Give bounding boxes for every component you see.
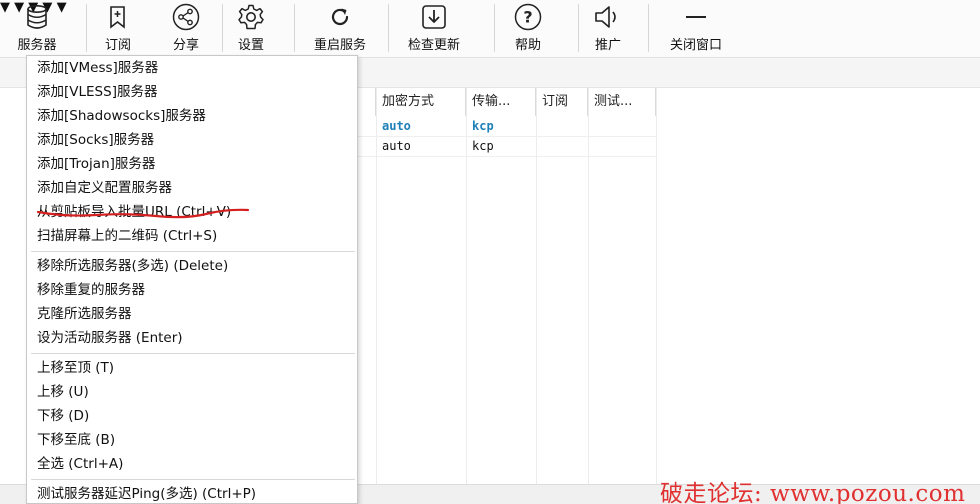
close-window-label: 关闭窗口: [669, 38, 722, 53]
menu-item-remove-selected[interactable]: 移除所选服务器(多选) (Delete): [37, 255, 228, 277]
encryption-cell: auto: [382, 119, 411, 133]
servers-button[interactable]: 服务器: [6, 0, 68, 56]
toolbar-separator: [388, 4, 389, 52]
minus-icon: [684, 0, 708, 34]
column-header-transport[interactable]: 传输...: [466, 88, 536, 116]
subscribe-button[interactable]: 订阅: [96, 0, 140, 56]
share-label: 分享: [172, 38, 199, 53]
help-icon: ?: [514, 0, 542, 34]
subscribe-label: 订阅: [104, 38, 131, 53]
red-underline-annotation: [36, 208, 250, 219]
close-window-button[interactable]: 关闭窗口: [664, 0, 728, 56]
menu-item-move-top[interactable]: 上移至顶 (T): [37, 357, 114, 379]
servers-label: 服务器: [17, 38, 57, 53]
column-divider: [656, 88, 657, 484]
menu-item-add-vless[interactable]: 添加[VLESS]服务器: [37, 81, 157, 103]
bookmark-add-icon: [107, 0, 129, 34]
toolbar-separator: [578, 4, 579, 52]
database-icon: [24, 0, 50, 34]
menu-item-remove-duplicates[interactable]: 移除重复的服务器: [37, 279, 145, 301]
menu-item-select-all[interactable]: 全选 (Ctrl+A): [37, 453, 123, 475]
promote-button[interactable]: 推广: [586, 0, 630, 56]
check-update-button[interactable]: 检查更新: [400, 0, 468, 56]
help-label: 帮助: [514, 38, 541, 53]
menu-separator: [31, 251, 355, 252]
column-header-encryption[interactable]: 加密方式: [376, 88, 466, 116]
menu-item-clone-selected[interactable]: 克隆所选服务器: [37, 303, 132, 325]
transport-cell: kcp: [472, 119, 494, 133]
menu-item-scan-qrcode[interactable]: 扫描屏幕上的二维码 (Ctrl+S): [37, 225, 217, 247]
site-watermark: 破走论坛: www.pozou.com: [660, 481, 966, 504]
menu-item-test-ping[interactable]: 测试服务器延迟Ping(多选) (Ctrl+P): [37, 483, 256, 504]
settings-button[interactable]: 设置: [230, 0, 272, 56]
toolbar-separator: [294, 4, 295, 52]
speaker-icon: [593, 0, 623, 34]
menu-item-add-vmess[interactable]: 添加[VMess]服务器: [37, 57, 158, 79]
menu-item-move-bottom[interactable]: 下移至底 (B): [37, 429, 115, 451]
servers-dropdown-menu: 添加[VMess]服务器 添加[VLESS]服务器 添加[Shadowsocks…: [26, 55, 358, 504]
download-icon: [421, 0, 447, 34]
toolbar: 服务器 ▼ 订阅 ▼ 分享 设置 ▼ 重启服务 检查更新 ▼ ? 帮助 ▼ 推广…: [0, 0, 980, 58]
menu-item-move-down[interactable]: 下移 (D): [37, 405, 89, 427]
share-button[interactable]: 分享: [164, 0, 208, 56]
column-header-subscription[interactable]: 订阅: [536, 88, 588, 116]
toolbar-separator: [222, 4, 223, 52]
help-button[interactable]: ? 帮助: [506, 0, 550, 56]
refresh-icon: [328, 0, 352, 34]
toolbar-separator: [494, 4, 495, 52]
menu-separator: [31, 353, 355, 354]
menu-item-add-trojan[interactable]: 添加[Trojan]服务器: [37, 153, 155, 175]
share-icon: [172, 0, 200, 34]
check-update-label: 检查更新: [407, 38, 460, 53]
encryption-cell: auto: [382, 139, 411, 153]
svg-text:?: ?: [523, 8, 532, 27]
promote-label: 推广: [594, 38, 621, 53]
gear-icon: [237, 0, 265, 34]
row-divider: [356, 156, 656, 157]
column-divider: [536, 88, 537, 484]
menu-item-add-shadowsocks[interactable]: 添加[Shadowsocks]服务器: [37, 105, 206, 127]
column-divider: [588, 88, 589, 484]
menu-item-move-up[interactable]: 上移 (U): [37, 381, 89, 403]
transport-cell: kcp: [472, 139, 494, 153]
column-header-test[interactable]: 测试...: [588, 88, 656, 116]
menu-item-add-socks[interactable]: 添加[Socks]服务器: [37, 129, 154, 151]
restart-service-button[interactable]: 重启服务: [306, 0, 374, 56]
menu-item-add-custom[interactable]: 添加自定义配置服务器: [37, 177, 172, 199]
toolbar-separator: [86, 4, 87, 52]
toolbar-separator: [648, 4, 649, 52]
menu-separator: [31, 479, 355, 480]
settings-label: 设置: [237, 38, 264, 53]
restart-service-label: 重启服务: [313, 38, 366, 53]
menu-item-set-active[interactable]: 设为活动服务器 (Enter): [37, 327, 183, 349]
